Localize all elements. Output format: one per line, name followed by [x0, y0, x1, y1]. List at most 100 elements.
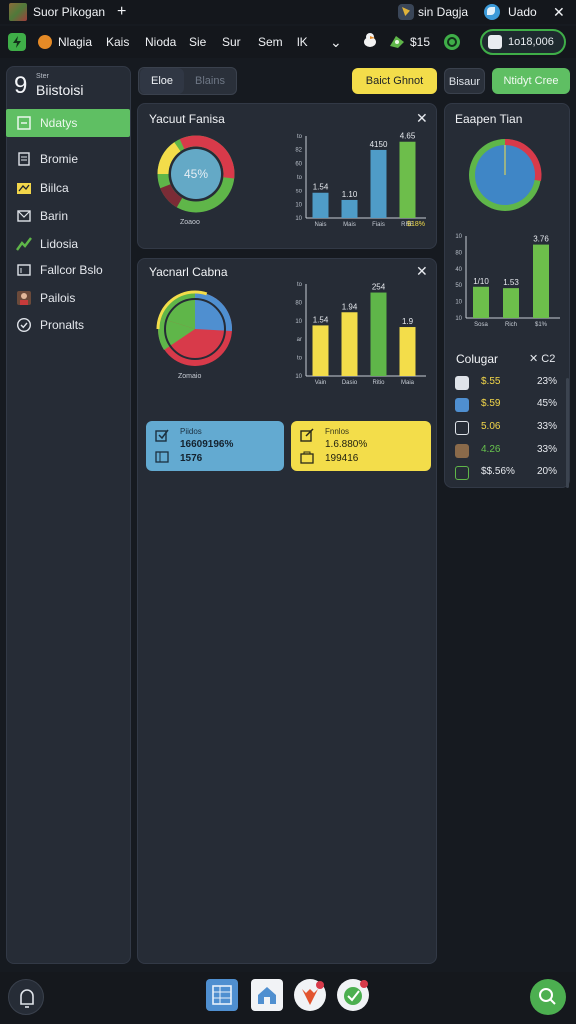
row-percent: 45%: [536, 398, 557, 409]
tick-label: 80: [455, 250, 462, 256]
select-button[interactable]: Baict Ghnot: [352, 68, 437, 94]
mascot-icon[interactable]: [361, 31, 379, 49]
check-circle-icon: [16, 317, 32, 333]
user-name[interactable]: sin Dagja: [418, 0, 468, 24]
bottom-bar: [0, 972, 576, 1024]
fox-app-icon[interactable]: [294, 979, 326, 1011]
comparison-row[interactable]: 5.06 33%: [455, 418, 559, 438]
bar: [370, 292, 387, 376]
globe-icon[interactable]: [484, 4, 500, 20]
tick-label: to: [297, 175, 303, 181]
info-value-1: 16609196%: [180, 439, 234, 450]
chevron-down-icon[interactable]: ⌄: [330, 34, 342, 50]
refresh-icon[interactable]: [444, 34, 460, 50]
counter-value: 1o18,006: [508, 36, 554, 48]
nav-item-7[interactable]: lK: [297, 34, 308, 50]
table-app-icon[interactable]: [206, 979, 238, 1011]
user-icon[interactable]: [398, 4, 414, 20]
comparison-row[interactable]: 4.26 33%: [455, 441, 559, 461]
receipt-icon: [455, 466, 469, 480]
comparison-row[interactable]: $.55 23%: [455, 373, 559, 393]
sidebar-item-pronalts[interactable]: Pronalts: [6, 311, 130, 339]
bar: [533, 244, 549, 318]
sidebar-item-barin[interactable]: Barin: [6, 202, 130, 230]
info-value-2: 1576: [180, 453, 203, 464]
sidebar-item-biilca[interactable]: Biilca: [6, 174, 130, 202]
pie-caption: Zomaio: [178, 373, 202, 380]
orange-dot-icon: [38, 35, 52, 49]
row-value: $.55: [481, 376, 501, 387]
sidebar-item-fallcor[interactable]: Fallcor Bslo: [6, 256, 130, 284]
nav-item-4[interactable]: Sie: [189, 34, 206, 50]
bar: [399, 327, 416, 376]
nav-item-1[interactable]: Nlagia: [58, 34, 92, 50]
bar-chart-3: 10 80 40 50 10 10 1/10 Sosa 1.53 Rich 3.76 $1%: [455, 234, 560, 328]
close-icon[interactable]: ✕: [553, 0, 565, 24]
category-label: Dasio: [342, 380, 358, 386]
search-button[interactable]: [530, 979, 566, 1015]
tab-eloe[interactable]: Eloe: [140, 68, 184, 94]
folder-icon: [16, 180, 32, 196]
row-percent: 20%: [536, 466, 557, 477]
house-app-icon[interactable]: [251, 979, 283, 1011]
balance-value: $15: [410, 35, 431, 49]
card-title: Yacnarl Cabna: [149, 265, 228, 279]
new-tab-button[interactable]: +: [117, 0, 126, 24]
row-value: $$.56%: [481, 466, 515, 477]
tick-label: 82: [295, 148, 302, 154]
tab-blains[interactable]: Blains: [186, 68, 234, 94]
account-name[interactable]: Uado: [508, 0, 537, 24]
bar: [503, 288, 519, 318]
tick-label: 10: [455, 316, 462, 322]
donut-center-label: 45%: [183, 167, 209, 181]
sidebar-item-label: Fallcor Bslo: [40, 263, 103, 277]
home-button[interactable]: [8, 979, 44, 1015]
document-icon: [16, 151, 32, 167]
tick-label: 10: [295, 216, 302, 222]
sidebar-item-label: Biilca: [40, 181, 69, 195]
app-menu-button[interactable]: [8, 33, 26, 51]
checkbox-icon: [154, 427, 170, 443]
nav-item-5[interactable]: Sur: [222, 34, 241, 50]
category-label: Sosa: [474, 322, 488, 328]
sidebar-item-pailois[interactable]: Pailois: [6, 284, 130, 312]
check-app-icon[interactable]: [337, 979, 369, 1011]
comparison-close[interactable]: ✕ C2: [529, 352, 555, 365]
info-value-2: 199416: [325, 453, 359, 464]
sidebar-item-bromie[interactable]: Bromie: [6, 145, 130, 173]
nav-item-6[interactable]: Sem: [258, 34, 283, 50]
tick-label: ar: [297, 337, 302, 343]
counter-pill[interactable]: 1o18,006: [480, 29, 566, 55]
nav-item-3[interactable]: Nioda: [145, 34, 176, 50]
nav-item-2[interactable]: Kais: [106, 34, 129, 50]
tick-label: 10: [455, 300, 462, 306]
secondary-button[interactable]: Bisaur: [444, 68, 485, 94]
comparison-row[interactable]: $$.56% 20%: [455, 463, 559, 483]
bar: [312, 325, 329, 376]
row-value: $.59: [481, 398, 501, 409]
sidebar-item-lidosia[interactable]: Lidosia: [6, 230, 130, 258]
info-heading: Fnnlos: [325, 427, 350, 436]
clock-icon: [455, 376, 469, 390]
bar: [399, 141, 416, 218]
edit-icon: [299, 427, 315, 443]
card-icon: [16, 262, 32, 278]
create-button[interactable]: Ntidyt Cree: [492, 68, 570, 94]
close-icon[interactable]: ✕: [416, 110, 428, 127]
donut-caption: Zoaoo: [180, 219, 200, 226]
tick-label: so: [296, 189, 303, 195]
comparison-row[interactable]: $.59 45%: [455, 395, 559, 415]
sidebar-subtitle: Ster: [36, 73, 49, 80]
square-icon: [16, 115, 32, 131]
scrollbar[interactable]: [566, 378, 569, 488]
category-label: $1%: [535, 322, 548, 328]
bar: [341, 312, 358, 376]
app-icon: [9, 3, 27, 21]
card-title: Eaapen Tian: [455, 112, 523, 126]
pie-chart-right: [469, 138, 542, 211]
category-label: Fiais: [372, 222, 385, 228]
row-value: 5.06: [481, 421, 501, 432]
sidebar-item-ndatys[interactable]: Ndatys: [6, 109, 130, 137]
comparison-title: Colugar: [456, 352, 499, 366]
bag-icon: [299, 449, 315, 465]
